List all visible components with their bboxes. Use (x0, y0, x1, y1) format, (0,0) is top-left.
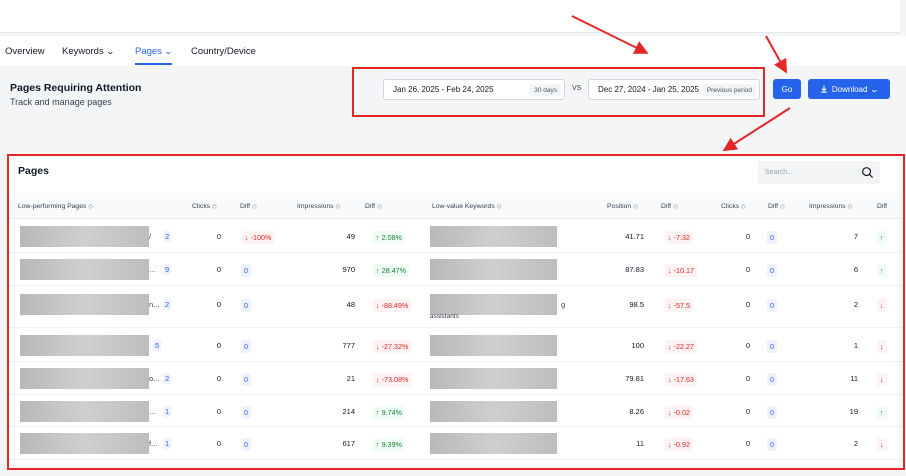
annotation-arrow-table (722, 107, 791, 152)
annotation-arrow-go (765, 35, 787, 74)
annotation-arrow-dates (571, 15, 649, 54)
annotation-arrows (571, 15, 791, 152)
